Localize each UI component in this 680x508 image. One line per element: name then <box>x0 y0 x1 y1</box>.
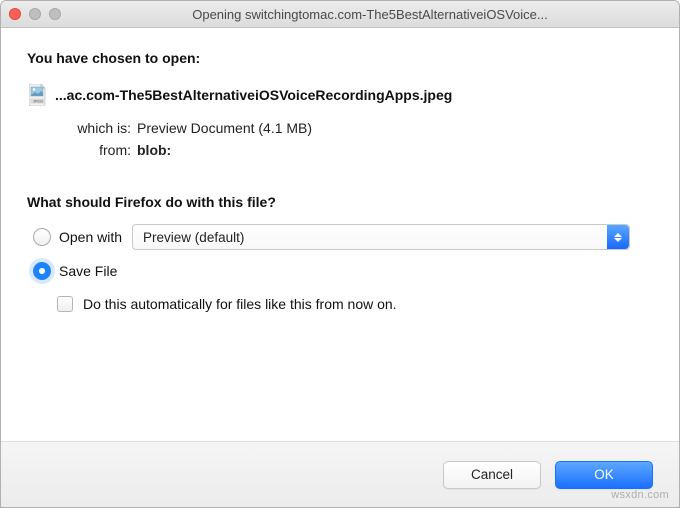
open-with-application-select[interactable]: Preview (default) <box>132 224 630 250</box>
save-file-row: Save File <box>33 262 653 280</box>
meta-which-is-value: Preview Document (4.1 MB) <box>137 120 312 136</box>
jpeg-file-icon: JPEG <box>29 84 47 106</box>
file-row: JPEG ...ac.com-The5BestAlternativeiOSVoi… <box>29 84 653 106</box>
window-title: Opening switchingtomac.com-The5BestAlter… <box>71 7 669 22</box>
open-with-radio[interactable] <box>33 228 51 246</box>
zoom-window-button[interactable] <box>49 8 61 20</box>
dialog-footer: Cancel OK wsxdn.com <box>1 441 679 507</box>
stepper-arrows-icon <box>607 225 629 249</box>
remember-choice-row: Do this automatically for files like thi… <box>57 296 653 312</box>
cancel-button[interactable]: Cancel <box>443 461 541 489</box>
download-dialog-window: Opening switchingtomac.com-The5BestAlter… <box>0 0 680 508</box>
file-meta: which is: Preview Document (4.1 MB) from… <box>49 120 653 158</box>
open-with-label: Open with <box>59 229 122 245</box>
dialog-content: You have chosen to open: JPEG ...ac.com-… <box>1 28 679 441</box>
save-file-radio[interactable] <box>33 262 51 280</box>
meta-which-is: which is: Preview Document (4.1 MB) <box>49 120 653 136</box>
meta-from-value: blob: <box>137 142 171 158</box>
meta-from-label: from: <box>49 142 131 158</box>
meta-which-is-label: which is: <box>49 120 131 136</box>
open-with-selected-app: Preview (default) <box>133 230 244 245</box>
titlebar: Opening switchingtomac.com-The5BestAlter… <box>1 1 679 28</box>
traffic-lights <box>9 8 61 20</box>
action-question: What should Firefox do with this file? <box>27 194 653 210</box>
file-name: ...ac.com-The5BestAlternativeiOSVoiceRec… <box>55 87 452 103</box>
ok-button[interactable]: OK <box>555 461 653 489</box>
close-window-button[interactable] <box>9 8 21 20</box>
dialog-heading: You have chosen to open: <box>27 50 653 66</box>
watermark-text: wsxdn.com <box>611 489 669 501</box>
remember-choice-checkbox[interactable] <box>57 296 73 312</box>
open-with-row: Open with Preview (default) <box>33 224 653 250</box>
meta-from: from: blob: <box>49 142 653 158</box>
save-file-label: Save File <box>59 263 117 279</box>
remember-choice-label: Do this automatically for files like thi… <box>83 296 397 312</box>
minimize-window-button[interactable] <box>29 8 41 20</box>
svg-text:JPEG: JPEG <box>33 99 43 103</box>
